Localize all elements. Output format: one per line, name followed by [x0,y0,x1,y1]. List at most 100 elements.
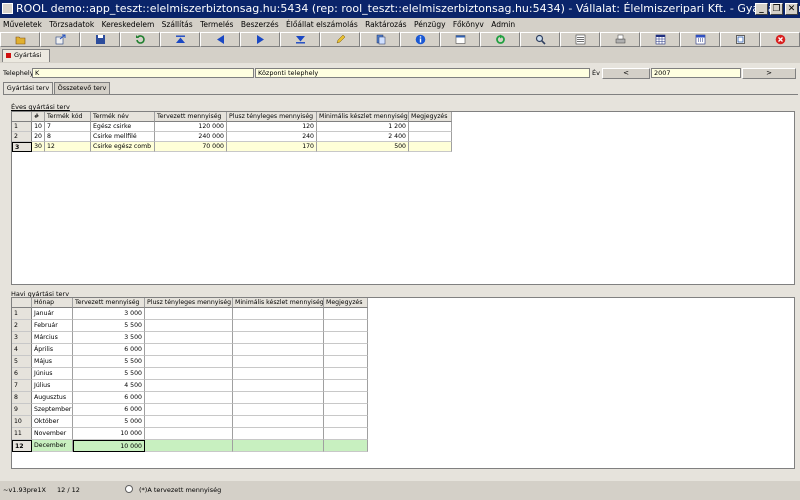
table-row[interactable]: 1 10 7 Egész csirke 120 000 120 1 200 [12,122,452,132]
recycle-button[interactable] [480,32,520,47]
cell-n[interactable]: 10 [32,122,45,132]
year-next-button[interactable]: > [742,68,796,79]
first-record-button[interactable] [160,32,200,47]
cell-empty[interactable] [324,380,368,392]
menu-raktarozas[interactable]: Raktározás [365,20,406,29]
cell-empty[interactable] [233,308,324,320]
telephely-code-field[interactable]: K [32,68,254,78]
year-field[interactable]: 2007 [651,68,741,78]
row-header[interactable]: 3 [12,142,32,152]
cell-empty[interactable] [233,392,324,404]
cell-n[interactable]: 30 [32,142,45,152]
cell-empty[interactable] [324,440,368,452]
cell-plus[interactable]: 240 [227,132,317,142]
cell-empty[interactable] [145,404,233,416]
cell-empty[interactable] [233,356,324,368]
col-plusz[interactable]: Plusz tényleges mennyiség [227,112,317,122]
cell-empty[interactable] [145,356,233,368]
cell-month[interactable]: Február [32,320,73,332]
cell-plan[interactable]: 6 000 [73,392,145,404]
save-button[interactable] [80,32,120,47]
col-megjegyzes[interactable]: Megjegyzés [409,112,452,122]
cell-plan[interactable]: 6 000 [73,404,145,416]
table-row-selected[interactable]: 12 December 10 000 [12,440,368,452]
cell-empty[interactable] [324,344,368,356]
menu-penzugy[interactable]: Pénzügy [414,20,446,29]
previous-record-button[interactable] [200,32,240,47]
maximize-view-button[interactable] [720,32,760,47]
table-row[interactable]: 8 Augusztus 6 000 [12,392,368,404]
cell-empty[interactable] [233,404,324,416]
col-plusz-havi[interactable]: Plusz tényleges mennyiség [145,298,233,308]
cell-month[interactable]: Március [32,332,73,344]
close-form-button[interactable] [760,32,800,47]
telephely-name-field[interactable]: Központi telephely [255,68,590,78]
cell-empty[interactable] [324,332,368,344]
cell-plan[interactable]: 5 500 [73,356,145,368]
cell-empty[interactable] [233,320,324,332]
cell-empty[interactable] [145,392,233,404]
open-folder-button[interactable] [0,32,40,47]
cell-empty[interactable] [145,308,233,320]
menu-termeles[interactable]: Termelés [200,20,233,29]
cell-empty[interactable] [233,416,324,428]
cell-month[interactable]: Április [32,344,73,356]
row-header[interactable]: 10 [12,416,32,428]
cell-month[interactable]: Október [32,416,73,428]
cell-name[interactable]: Egész csirke [91,122,155,132]
cell-empty[interactable] [324,404,368,416]
cell-plan[interactable]: 70 000 [155,142,227,152]
col-minimalis[interactable]: Minimális készlet mennyiség [317,112,409,122]
cell-min[interactable]: 2 400 [317,132,409,142]
cell-name[interactable]: Csirke egész comb [91,142,155,152]
cell-empty[interactable] [324,428,368,440]
cell-empty[interactable] [233,332,324,344]
copy-button[interactable] [360,32,400,47]
cell-empty[interactable] [233,380,324,392]
col-megjegyzes-havi[interactable]: Megjegyzés [324,298,368,308]
menu-kereskedelem[interactable]: Kereskedelem [102,20,155,29]
cell-empty[interactable] [233,368,324,380]
col-hash[interactable]: # [32,112,45,122]
col-tervezett[interactable]: Tervezett mennyiség [155,112,227,122]
table-row[interactable]: 2 20 8 Csirke mellfilé 240 000 240 2 400 [12,132,452,142]
cell-month[interactable]: December [32,440,73,452]
cell-empty[interactable] [145,320,233,332]
cell-name[interactable]: Csirke mellfilé [91,132,155,142]
cell-empty[interactable] [145,416,233,428]
cell-code[interactable]: 12 [45,142,91,152]
export-button[interactable] [40,32,80,47]
cell-plan[interactable]: 240 000 [155,132,227,142]
grid-button[interactable] [640,32,680,47]
table-row[interactable]: 2 Február 5 500 [12,320,368,332]
cell-plan[interactable]: 10 000 [73,428,145,440]
table-row[interactable]: 10 Október 5 000 [12,416,368,428]
table-row[interactable]: 4 Április 6 000 [12,344,368,356]
cell-n[interactable]: 20 [32,132,45,142]
cell-month[interactable]: Június [32,368,73,380]
tab-osszetevo-terv[interactable]: Összetevő terv [54,82,110,94]
table-row[interactable]: 1 Január 3 000 [12,308,368,320]
info-button[interactable] [400,32,440,47]
table-row[interactable]: 9 Szeptember 6 000 [12,404,368,416]
cell-plan[interactable]: 6 000 [73,344,145,356]
close-window-button[interactable]: ✕ [785,3,798,15]
table-row[interactable]: 7 Július 4 500 [12,380,368,392]
edit-button[interactable] [320,32,360,47]
cell-month[interactable]: Augusztus [32,392,73,404]
table-row[interactable]: 6 Június 5 500 [12,368,368,380]
cell-empty[interactable] [145,332,233,344]
menu-eloallat[interactable]: Élőállat elszámolás [286,20,358,29]
print-button[interactable] [600,32,640,47]
row-header[interactable]: 8 [12,392,32,404]
cell-empty[interactable] [233,428,324,440]
menu-muveletek[interactable]: Műveletek [3,20,42,29]
cell-code[interactable]: 8 [45,132,91,142]
cell-empty[interactable] [324,320,368,332]
cell-plan[interactable]: 5 500 [73,368,145,380]
cell-empty[interactable] [145,428,233,440]
table-row[interactable]: 5 Május 5 500 [12,356,368,368]
cell-month[interactable]: Július [32,380,73,392]
cell-plus[interactable]: 170 [227,142,317,152]
row-header[interactable]: 11 [12,428,32,440]
